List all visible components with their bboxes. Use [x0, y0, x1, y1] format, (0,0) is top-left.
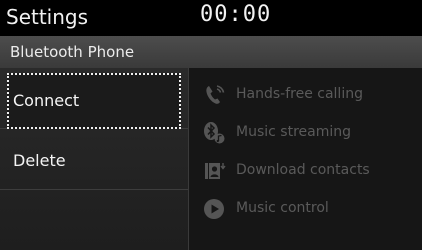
- contacts-download-icon: [205, 163, 226, 179]
- clock: 00:00: [200, 2, 272, 27]
- play-icon: [204, 199, 224, 219]
- top-bar: Settings 00:00: [0, 0, 422, 36]
- bluetooth-music-icon: [204, 122, 225, 144]
- page-title: Settings: [6, 5, 89, 29]
- feature-hands-free-calling: Hands-free calling: [196, 80, 422, 110]
- empty-menu-slot: [0, 190, 188, 250]
- feature-label: Music streaming: [236, 124, 351, 140]
- feature-music-control: Music control: [196, 194, 422, 224]
- feature-download-contacts: Download contacts: [196, 156, 422, 186]
- side-menu: Connect Delete: [0, 68, 189, 250]
- feature-label: Hands-free calling: [236, 86, 363, 102]
- screen: Settings 00:00 Bluetooth Phone Connect D…: [0, 0, 422, 250]
- subheader-label: Bluetooth Phone: [10, 43, 135, 61]
- connect-label: Connect: [13, 91, 80, 110]
- subheader: Bluetooth Phone: [0, 36, 422, 68]
- delete-label: Delete: [13, 151, 66, 170]
- phone-handset-icon: [206, 85, 225, 104]
- feature-label: Music control: [236, 200, 329, 216]
- feature-label: Download contacts: [236, 162, 370, 178]
- delete-button[interactable]: Delete: [0, 129, 188, 190]
- feature-music-streaming: Music streaming: [196, 118, 422, 148]
- connect-button[interactable]: Connect: [0, 68, 188, 129]
